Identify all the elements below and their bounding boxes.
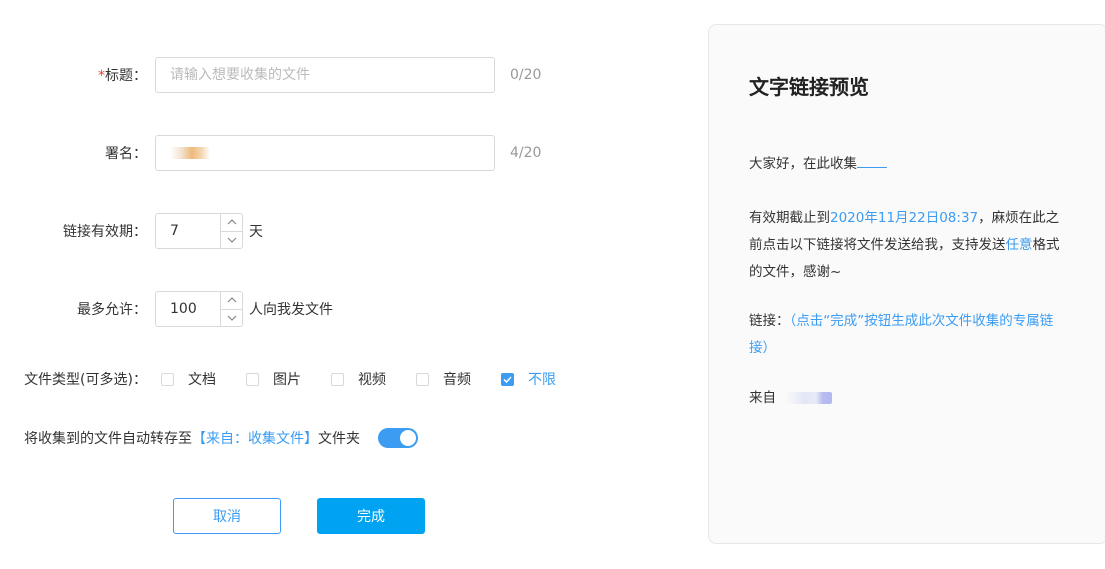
type-option-doc[interactable]: 文档 xyxy=(161,369,216,389)
types-group: 文档 图片 视频 音频 不限 xyxy=(161,369,586,389)
type-label: 视频 xyxy=(358,372,386,388)
title-input[interactable] xyxy=(155,57,495,93)
auto-save-text: 将收集到的文件自动转存至 xyxy=(24,431,192,447)
types-label: 文件类型(可多选)： xyxy=(24,372,147,388)
type-label: 图片 xyxy=(273,372,301,388)
max-unit: 人向我发文件 xyxy=(249,302,333,318)
auto-save-row: 将收集到的文件自动转存至 【来自：收集文件】 文件夹 xyxy=(24,428,418,448)
checkbox[interactable] xyxy=(416,372,429,386)
type-label: 音频 xyxy=(443,372,471,388)
validity-value[interactable]: 7 xyxy=(156,214,220,248)
preview-title: 文字链接预览 xyxy=(749,75,869,99)
signature-count: 4/20 xyxy=(510,145,542,161)
signature-label: 署名： xyxy=(105,146,147,162)
cancel-button[interactable]: 取消 xyxy=(173,498,281,534)
checkbox[interactable] xyxy=(331,372,344,386)
max-increase-button[interactable] xyxy=(221,292,242,309)
auto-save-suffix: 文件夹 xyxy=(318,431,360,447)
checkbox-checked[interactable] xyxy=(501,372,514,386)
chevron-down-icon xyxy=(227,315,236,321)
max-decrease-button[interactable] xyxy=(221,308,242,327)
auto-save-folder: 【来自：收集文件】 xyxy=(192,431,318,447)
from-label: 来自 xyxy=(749,390,776,406)
signature-row: 署名： 4/20 xyxy=(0,135,541,171)
signature-input[interactable] xyxy=(155,135,495,171)
type-label: 不限 xyxy=(528,372,556,388)
validity-decrease-button[interactable] xyxy=(221,230,242,249)
types-row: 文件类型(可多选)： 文档 图片 视频 音频 不限 xyxy=(0,369,586,389)
collect-form: *标题： 0/20 署名： 4/20 链接有效期： 7 天 最多允许： xyxy=(0,0,700,569)
preview-from: 来自 xyxy=(749,385,1069,412)
chevron-up-icon xyxy=(227,297,236,303)
type-label: 文档 xyxy=(188,372,216,388)
checkbox[interactable] xyxy=(246,372,259,386)
deadline-date: 2020年11月22日08:37 xyxy=(830,210,979,226)
max-stepper[interactable]: 100 xyxy=(155,291,243,327)
chevron-down-icon xyxy=(227,237,236,243)
greeting-text: 大家好，在此收集 xyxy=(749,156,857,172)
blurred-signature xyxy=(786,392,833,404)
checkbox[interactable] xyxy=(161,372,174,386)
type-option-any[interactable]: 不限 xyxy=(501,369,556,389)
text-link-preview-panel: 文字链接预览 大家好，在此收集 有效期截止到2020年11月22日08:37，麻… xyxy=(708,24,1105,544)
preview-greeting: 大家好，在此收集 xyxy=(749,151,1069,178)
validity-stepper[interactable]: 7 xyxy=(155,213,243,249)
type-option-video[interactable]: 视频 xyxy=(331,369,386,389)
preview-deadline: 有效期截止到2020年11月22日08:37，麻烦在此之前点击以下链接将文件发送… xyxy=(749,205,1069,286)
title-blank xyxy=(857,154,887,168)
check-icon xyxy=(503,375,512,383)
title-count: 0/20 xyxy=(510,67,542,83)
deadline-prefix: 有效期截止到 xyxy=(749,210,830,226)
type-option-image[interactable]: 图片 xyxy=(246,369,301,389)
validity-row: 链接有效期： 7 天 xyxy=(0,213,263,249)
auto-save-toggle[interactable] xyxy=(378,428,418,448)
link-prefix: 链接： xyxy=(749,313,790,329)
validity-unit: 天 xyxy=(249,224,263,240)
title-row: *标题： 0/20 xyxy=(0,57,541,93)
preview-link: 链接：（点击“完成”按钮生成此次文件收集的专属链接） xyxy=(749,308,1069,362)
chevron-up-icon xyxy=(227,219,236,225)
validity-label: 链接有效期： xyxy=(63,224,147,240)
max-value[interactable]: 100 xyxy=(156,292,220,326)
blurred-signature xyxy=(170,147,210,159)
max-row: 最多允许： 100 人向我发文件 xyxy=(0,291,333,327)
any-word: 任意 xyxy=(1005,237,1033,253)
toggle-knob xyxy=(400,430,416,446)
type-option-audio[interactable]: 音频 xyxy=(416,369,471,389)
validity-increase-button[interactable] xyxy=(221,214,242,231)
title-label: *标题： xyxy=(98,68,147,84)
link-hint: （点击“完成”按钮生成此次文件收集的专属链接） xyxy=(749,313,1054,356)
max-label: 最多允许： xyxy=(77,302,147,318)
done-button[interactable]: 完成 xyxy=(317,498,425,534)
